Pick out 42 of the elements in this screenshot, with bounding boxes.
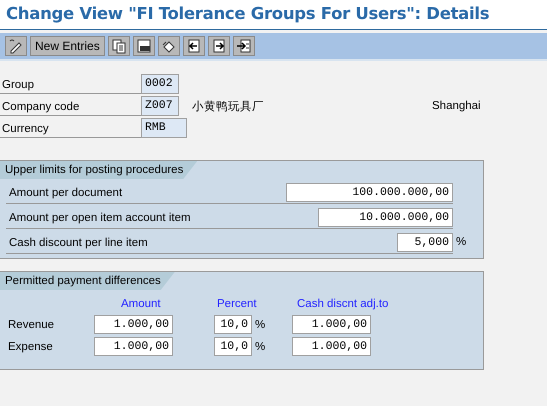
cash-discount-field[interactable]: 1.000,00 bbox=[292, 337, 371, 356]
copy-button[interactable] bbox=[108, 36, 130, 56]
value-field: RMB bbox=[141, 118, 187, 138]
save-button[interactable] bbox=[132, 36, 155, 56]
percent-field[interactable]: 10,0 bbox=[214, 315, 252, 334]
previous-button[interactable] bbox=[182, 36, 205, 56]
edit-icon bbox=[8, 38, 24, 54]
unit-label: % bbox=[455, 234, 468, 250]
field-label: Amount per document bbox=[9, 186, 124, 198]
city-name: Shanghai bbox=[432, 100, 481, 112]
next-button[interactable] bbox=[208, 36, 230, 56]
previous-icon bbox=[186, 38, 202, 54]
amount-field[interactable]: 100.000.000,00 bbox=[286, 183, 453, 202]
field-label: Amount per open item account item bbox=[9, 212, 192, 224]
window-title: Change View "FI Tolerance Groups For Users": Details bbox=[6, 4, 490, 23]
last-icon bbox=[236, 38, 252, 54]
amount-field[interactable]: 10.000.000,00 bbox=[318, 208, 453, 227]
column-header: Cash discnt adj.to bbox=[297, 298, 390, 310]
company-name: 小黄鸭玩具厂 bbox=[192, 100, 265, 114]
last-button[interactable] bbox=[232, 36, 255, 56]
percent-field[interactable]: 10,0 bbox=[214, 337, 252, 356]
column-header: Amount bbox=[121, 298, 162, 310]
new-entries-button[interactable]: New Entries bbox=[30, 36, 105, 56]
next-icon bbox=[210, 38, 227, 54]
undo-button[interactable] bbox=[158, 36, 180, 56]
copy-icon bbox=[110, 38, 127, 54]
cash-discount-field[interactable]: 1.000,00 bbox=[292, 315, 371, 334]
group-title: Upper limits for posting procedures bbox=[0, 161, 198, 179]
column-header: Percent bbox=[217, 298, 258, 310]
unit-label: % bbox=[254, 318, 266, 332]
edit-button[interactable] bbox=[5, 36, 27, 56]
amount-field[interactable]: 1.000,00 bbox=[94, 337, 173, 356]
save-icon bbox=[136, 38, 152, 54]
group-title: Permitted payment differences bbox=[0, 272, 175, 290]
value-field: 0002 bbox=[141, 74, 179, 94]
amount-field[interactable]: 5,000 bbox=[397, 233, 453, 252]
value-field: Z007 bbox=[141, 96, 179, 116]
unit-label: % bbox=[254, 340, 266, 354]
field-label: Cash discount per line item bbox=[9, 236, 149, 248]
row-label: Expense bbox=[8, 340, 54, 352]
row-label: Revenue bbox=[8, 318, 56, 330]
amount-field[interactable]: 1.000,00 bbox=[94, 315, 173, 334]
